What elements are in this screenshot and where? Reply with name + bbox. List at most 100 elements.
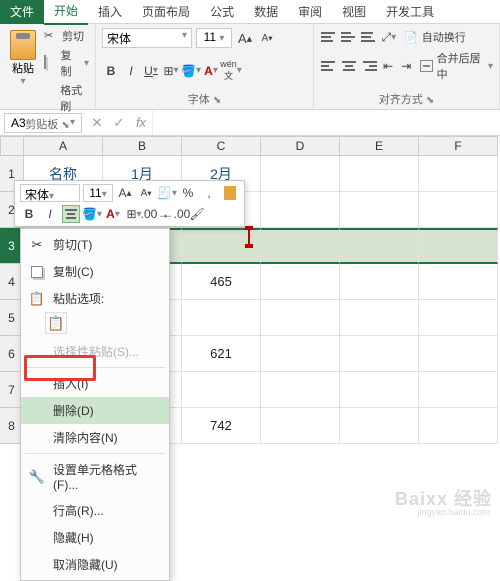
underline-button[interactable]: U▾ xyxy=(142,62,160,80)
copy-button[interactable]: 复制▾ xyxy=(44,47,89,79)
mini-font-select[interactable]: 宋体▾ xyxy=(20,184,80,202)
mini-align-center[interactable] xyxy=(62,205,80,223)
fx-button[interactable]: fx xyxy=(130,112,152,134)
mini-paintbrush[interactable] xyxy=(221,184,239,202)
mini-bold[interactable]: B xyxy=(20,205,38,223)
align-center-icon xyxy=(341,59,357,73)
mini-comma-format[interactable]: , xyxy=(200,184,218,202)
tab-file[interactable]: 文件 xyxy=(0,0,44,24)
align-middle-button[interactable] xyxy=(340,28,358,46)
name-box[interactable]: A3▾ xyxy=(4,113,82,133)
mini-increase-font[interactable]: A▴ xyxy=(116,184,134,202)
ctx-copy[interactable]: 复制(C) xyxy=(21,258,169,285)
italic-button[interactable]: I xyxy=(122,62,140,80)
font-color-button[interactable]: A▾ xyxy=(202,62,220,80)
ctx-paste-default[interactable]: 📋 xyxy=(45,312,67,334)
cell-c8[interactable]: 742 xyxy=(182,408,261,444)
tab-view[interactable]: 视图 xyxy=(332,0,376,24)
mini-fill-color[interactable]: 🪣▾ xyxy=(83,205,101,223)
brush-icon xyxy=(224,186,236,200)
chevron-down-icon: ▾ xyxy=(70,117,75,128)
font-size-select[interactable]: 11 ▾ xyxy=(196,28,232,48)
tab-home[interactable]: 开始 xyxy=(44,0,88,25)
wrap-text-button[interactable]: 📄自动换行 xyxy=(404,29,466,45)
ctx-clear[interactable]: 清除内容(N) xyxy=(21,424,169,451)
cell-c6[interactable]: 621 xyxy=(182,336,261,372)
select-all-corner[interactable] xyxy=(0,136,24,156)
increase-indent-button[interactable]: ⇥ xyxy=(398,57,414,75)
accept-formula-button[interactable]: ✓ xyxy=(108,112,130,134)
ctx-format-cells[interactable]: 🔧设置单元格格式(F)... xyxy=(21,456,169,497)
merge-center-button[interactable]: 合并后居中▾ xyxy=(420,50,493,82)
align-left-button[interactable] xyxy=(320,57,338,75)
ribbon: 粘贴 ▾ ✂剪切 复制▾ 格式刷 剪贴板 ⬊ 宋体 ▾ 11 ▾ A▴ A▾ B… xyxy=(0,24,500,110)
col-header-a[interactable]: A xyxy=(24,136,103,156)
group-font: 宋体 ▾ 11 ▾ A▴ A▾ B I U▾ ⊞▾ 🪣▾ A▾ wén文▾ 字体… xyxy=(96,24,314,109)
col-header-c[interactable]: C xyxy=(182,136,261,156)
phonetic-button[interactable]: wén文▾ xyxy=(222,62,240,80)
ctx-hide[interactable]: 隐藏(H) xyxy=(21,524,169,551)
mini-format-painter[interactable]: 🖌 xyxy=(188,205,206,223)
ctx-insert[interactable]: 插入(I) xyxy=(21,370,169,397)
tab-formulas[interactable]: 公式 xyxy=(200,0,244,24)
group-alignment: ⤢▾ 📄自动换行 ⇤ ⇥ 合并后居中▾ 对齐方式 ⬊ xyxy=(314,24,500,109)
tab-insert[interactable]: 插入 xyxy=(88,0,132,24)
ctx-delete[interactable]: 删除(D) xyxy=(21,397,169,424)
formula-bar: A3▾ ✕ ✓ fx xyxy=(0,110,500,136)
format-cells-icon: 🔧 xyxy=(29,469,45,485)
tab-data[interactable]: 数据 xyxy=(244,0,288,24)
cut-button[interactable]: ✂剪切 xyxy=(44,28,89,44)
cell-f1[interactable] xyxy=(419,156,498,192)
paste-button[interactable]: 粘贴 ▾ xyxy=(6,28,40,114)
ctx-unhide[interactable]: 取消隐藏(U) xyxy=(21,551,169,578)
mini-decrease-decimal[interactable]: ←.00 xyxy=(167,205,185,223)
mini-toolbar: 宋体▾ 11▾ A▴ A▾ 🧾▾ % , B I 🪣▾ A▾ ⊞▾ .00→ ←… xyxy=(14,180,245,227)
group-alignment-label: 对齐方式 ⬊ xyxy=(320,91,493,107)
fill-color-button[interactable]: 🪣▾ xyxy=(182,62,200,80)
mini-percent-format[interactable]: % xyxy=(179,184,197,202)
font-name-select[interactable]: 宋体 ▾ xyxy=(102,28,192,48)
ctx-cut[interactable]: ✂剪切(T) xyxy=(21,231,169,258)
mini-italic[interactable]: I xyxy=(41,205,59,223)
group-clipboard: 粘贴 ▾ ✂剪切 复制▾ 格式刷 剪贴板 ⬊ xyxy=(0,24,96,109)
ctx-row-height[interactable]: 行高(R)... xyxy=(21,497,169,524)
align-bottom-icon xyxy=(361,30,377,44)
border-button[interactable]: ⊞▾ xyxy=(162,62,180,80)
tab-developer[interactable]: 开发工具 xyxy=(376,0,444,24)
tab-layout[interactable]: 页面布局 xyxy=(132,0,200,24)
col-header-f[interactable]: F xyxy=(419,136,498,156)
col-header-d[interactable]: D xyxy=(261,136,340,156)
increase-font-button[interactable]: A▴ xyxy=(236,29,254,47)
paste-dropdown-icon: ▾ xyxy=(20,76,25,87)
col-header-e[interactable]: E xyxy=(340,136,419,156)
merge-icon xyxy=(420,60,432,72)
mini-accounting-format[interactable]: 🧾▾ xyxy=(158,184,176,202)
format-painter-button[interactable]: 格式刷 xyxy=(44,82,89,114)
column-headers: A B C D E F xyxy=(24,136,500,156)
decrease-font-button[interactable]: A▾ xyxy=(258,29,276,47)
mini-size-select[interactable]: 11▾ xyxy=(83,184,113,202)
align-bottom-button[interactable] xyxy=(360,28,378,46)
align-center-button[interactable] xyxy=(340,57,358,75)
wrap-icon: 📄 xyxy=(404,31,418,44)
bold-button[interactable]: B xyxy=(102,62,120,80)
cell-d1[interactable] xyxy=(261,156,340,192)
copy-icon xyxy=(31,266,43,278)
orientation-button[interactable]: ⤢▾ xyxy=(380,28,398,46)
mini-decrease-font[interactable]: A▾ xyxy=(137,184,155,202)
align-right-button[interactable] xyxy=(360,57,378,75)
paste-icon xyxy=(10,30,36,60)
decrease-indent-button[interactable]: ⇤ xyxy=(380,57,396,75)
scissors-icon: ✂ xyxy=(44,29,58,43)
mini-font-color[interactable]: A▾ xyxy=(104,205,122,223)
insert-cursor-icon xyxy=(245,226,253,248)
cell-c4[interactable]: 465 xyxy=(182,264,261,300)
cell-e1[interactable] xyxy=(340,156,419,192)
cancel-formula-button[interactable]: ✕ xyxy=(86,112,108,134)
align-top-button[interactable] xyxy=(320,28,338,46)
tab-review[interactable]: 审阅 xyxy=(288,0,332,24)
align-left-icon xyxy=(321,59,337,73)
paste-label: 粘贴 xyxy=(12,60,34,76)
align-middle-icon xyxy=(341,30,357,44)
col-header-b[interactable]: B xyxy=(103,136,182,156)
